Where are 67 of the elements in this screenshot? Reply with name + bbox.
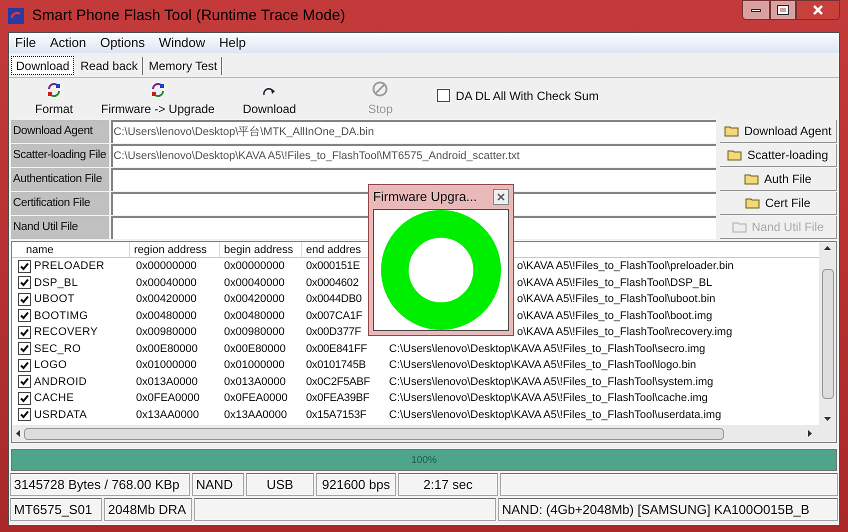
table-cell-text: 0x01000000 bbox=[223, 358, 286, 373]
field-label: Authentication File bbox=[11, 168, 109, 191]
table-cell-text: 0x00D377F bbox=[306, 325, 362, 340]
table-cell-text: LOGO bbox=[34, 358, 67, 373]
table-cell-text: 0x00040000 bbox=[135, 276, 198, 290]
checkbox-label: DA DL All With Check Sum bbox=[456, 88, 599, 104]
field-label: Download Agent bbox=[11, 120, 109, 143]
table-cell-text: PRELOADER bbox=[34, 259, 105, 274]
table-cell-text: 0x013A0000 bbox=[223, 374, 287, 390]
table-cell-text: 0x15A7153F bbox=[306, 408, 366, 422]
status-field: 921600 bps bbox=[316, 473, 396, 496]
table-cell-text: 0x0FEA0000 bbox=[223, 391, 289, 406]
status-field: 3145728 Bytes / 768.00 KBp bbox=[10, 473, 190, 496]
table-cell-text: 0x00480000 bbox=[223, 308, 286, 324]
table-cell-text: 0x0FEA39BF bbox=[306, 391, 370, 406]
table-cell-text: UBOOT bbox=[34, 292, 75, 307]
table-cell-text: 0x000151E bbox=[306, 259, 360, 274]
table-cell-text: o\KAVA A5\!Files_to_FlashTool\uboot.bin bbox=[517, 292, 716, 307]
table-cell-text: C:\Users\lenovo\Desktop\KAVA A5\!Files_to_FlashTool\logo.bin bbox=[389, 358, 696, 373]
table-cell-text: 0x13AA0000 bbox=[223, 408, 288, 422]
progress-percent: 100% bbox=[411, 454, 437, 468]
table-cell-text: 0x00E80000 bbox=[223, 342, 287, 356]
table-cell-text: o\KAVA A5\!Files_to_FlashTool\recovery.img bbox=[517, 325, 732, 340]
table-cell-text: DSP_BL bbox=[34, 276, 78, 290]
table-cell-text: BOOTIMG bbox=[34, 308, 88, 324]
table-cell-text: 0x00000000 bbox=[223, 259, 286, 274]
table-cell-text: 0x01000000 bbox=[135, 358, 198, 373]
table-cell-text: o\KAVA A5\!Files_to_FlashTool\preloader.bin bbox=[517, 259, 734, 274]
table-cell-text: 0x00000000 bbox=[135, 259, 198, 274]
table-cell-text: C:\Users\lenovo\Desktop\KAVA A5\!Files_to_FlashTool\userdata.img bbox=[389, 408, 722, 422]
table-cell-text: 0x0FEA0000 bbox=[135, 391, 201, 406]
table-cell-text: 0x00040000 bbox=[223, 276, 286, 290]
table-cell-text: 0x00980000 bbox=[223, 325, 286, 340]
status-field: 2048Mb DRA bbox=[104, 498, 192, 521]
status-field: MT6575_S01 bbox=[10, 498, 102, 521]
field-label: Nand Util File bbox=[11, 216, 109, 239]
table-cell-text: C:\Users\lenovo\Desktop\KAVA A5\!Files_to_FlashTool\system.img bbox=[389, 374, 714, 390]
table-cell-text: 0x00E80000 bbox=[135, 342, 199, 356]
field-label: Certification File bbox=[11, 192, 109, 215]
table-cell-text: 0x13AA0000 bbox=[135, 408, 200, 422]
table-cell-text: ANDROID bbox=[34, 374, 87, 390]
table-cell-text: C:\Users\lenovo\Desktop\KAVA A5\!Files_to_FlashTool\cache.img bbox=[389, 391, 708, 406]
table-cell-text: o\KAVA A5\!Files_to_FlashTool\DSP_BL bbox=[517, 276, 712, 290]
table-cell-text: 0x00420000 bbox=[135, 292, 198, 307]
table-cell-text: 0x00420000 bbox=[223, 292, 286, 307]
table-cell-text: USRDATA bbox=[34, 408, 88, 422]
table-cell-text: o\KAVA A5\!Files_to_FlashTool\boot.img bbox=[517, 308, 712, 324]
table-cell-text: SEC_RO bbox=[34, 342, 82, 356]
status-field: NAND: (4Gb+2048Mb) [SAMSUNG] KA100O015B_B bbox=[498, 498, 838, 521]
table-cell-text: CACHE bbox=[34, 391, 74, 406]
table-cell-text: 0x0C2F5ABF bbox=[306, 374, 370, 390]
field-label: Scatter-loading File bbox=[11, 144, 109, 167]
table-cell-text: 0x00980000 bbox=[135, 325, 198, 340]
table-cell-text: 0x0101745B bbox=[306, 358, 366, 373]
status-field: 2:17 sec bbox=[398, 473, 498, 496]
window-title: Smart Phone Flash Tool (Runtime Trace Mode) bbox=[32, 6, 346, 26]
table-cell-text: RECOVERY bbox=[34, 325, 98, 340]
table-cell-text: 0x0004602 bbox=[306, 276, 359, 290]
table-cell-text: 0x007CA1F bbox=[306, 308, 362, 324]
status-field: USB bbox=[246, 473, 314, 496]
dialog-title: Firmware Upgra... bbox=[373, 188, 478, 206]
status-field: NAND bbox=[192, 473, 244, 496]
table-cell-text: C:\Users\lenovo\Desktop\KAVA A5\!Files_to_FlashTool\secro.img bbox=[389, 342, 706, 356]
table-cell-text: 0x00480000 bbox=[135, 308, 198, 324]
table-cell-text: 0x00E841FF bbox=[306, 342, 367, 356]
table-cell-text: 0x0044DB0 bbox=[306, 292, 362, 307]
table-cell-text: 0x013A0000 bbox=[135, 374, 199, 390]
